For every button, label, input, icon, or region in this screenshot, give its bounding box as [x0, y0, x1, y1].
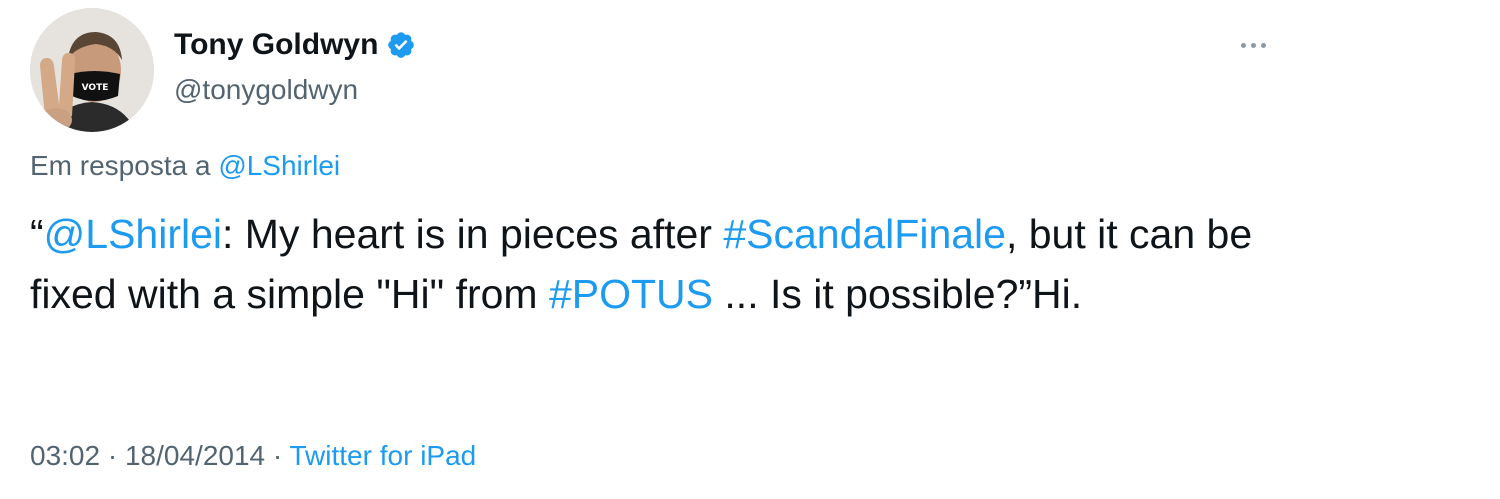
- hashtag-link-scandalfinale[interactable]: #ScandalFinale: [723, 211, 1006, 257]
- verified-badge-icon: [386, 30, 416, 60]
- meta-separator: ·: [265, 440, 290, 471]
- reply-prefix: Em resposta a: [30, 150, 219, 181]
- tweet-meta: 03:02 · 18/04/2014 · Twitter for iPad: [30, 440, 476, 472]
- hashtag-link-potus[interactable]: #POTUS: [549, 271, 713, 317]
- avatar[interactable]: VOTE: [30, 8, 154, 132]
- display-name[interactable]: Tony Goldwyn: [174, 28, 378, 62]
- source-link[interactable]: Twitter for iPad: [290, 440, 477, 471]
- tweet-card: VOTE Tony Goldwyn @tonygoldwyn Em respos…: [0, 0, 1500, 499]
- reply-context: Em resposta a @LShirlei: [30, 150, 340, 182]
- tweet-text-segment: : My heart is in pieces after: [222, 211, 724, 257]
- meta-separator: ·: [100, 440, 125, 471]
- author-handle[interactable]: @tonygoldwyn: [174, 74, 358, 106]
- author-name-row: Tony Goldwyn: [174, 28, 416, 62]
- more-options-icon[interactable]: [1236, 30, 1270, 60]
- avatar-image: VOTE: [30, 8, 154, 132]
- mention-link[interactable]: @LShirlei: [44, 211, 222, 257]
- mask-text: VOTE: [82, 83, 109, 93]
- tweet-text: “@LShirlei: My heart is in pieces after …: [30, 204, 1290, 324]
- tweet-text-segment: “: [30, 211, 44, 257]
- tweet-text-segment: ... Is it possible?”Hi.: [713, 271, 1083, 317]
- tweet-date[interactable]: 18/04/2014: [125, 440, 265, 471]
- tweet-time[interactable]: 03:02: [30, 440, 100, 471]
- reply-mention-link[interactable]: @LShirlei: [218, 150, 340, 181]
